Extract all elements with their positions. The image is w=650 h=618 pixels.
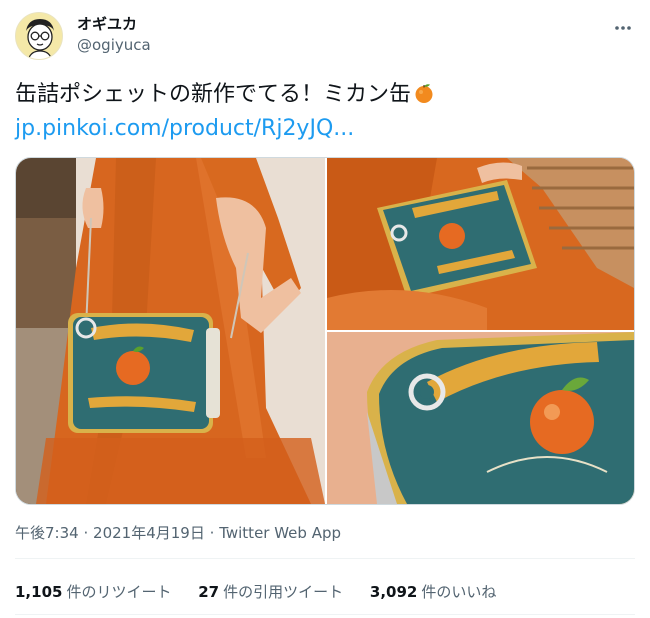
tweet-stats: 1,105 件のリツイート 27 件の引用ツイート 3,092 件のいいね [15,582,518,602]
photo-embroidery-closeup[interactable] [327,332,634,504]
tweet-source[interactable]: Twitter Web App [219,524,341,542]
avatar[interactable] [15,12,63,60]
retweets-count: 1,105 [15,583,63,601]
separator: · [209,524,215,542]
quotes-stat[interactable]: 27 件の引用ツイート [198,582,343,602]
tweet-body: 缶詰ポシェットの新作でてる！ミカン缶 [15,82,412,107]
more-options-icon[interactable] [613,18,633,38]
tangerine-emoji-icon [413,82,435,104]
quotes-count: 27 [198,583,220,601]
face-illustration-icon [16,13,62,59]
divider [15,558,635,559]
display-name[interactable]: オギユカ [77,14,151,34]
photo-bag-on-lap[interactable] [327,158,634,330]
user-handle[interactable]: @ogiyuca [77,34,151,56]
tweet-text: 缶詰ポシェットの新作でてる！ミカン缶 [15,80,635,110]
likes-count: 3,092 [369,583,418,601]
tweet-meta: 午後7:34 · 2021年4月19日 · Twitter Web App [15,523,341,543]
photo-bag-worn[interactable] [16,158,325,504]
author-names: オギユカ @ogiyuca [77,14,151,56]
quotes-label: 件の引用ツイート [223,583,344,601]
product-link[interactable]: jp.pinkoi.com/product/Rj2yJQ... [15,114,354,144]
likes-stat[interactable]: 3,092 件のいいね [370,582,496,602]
retweets-stat[interactable]: 1,105 件のリツイート [15,582,171,602]
divider [15,614,635,615]
likes-label: 件のいいね [421,583,497,601]
tweet-time[interactable]: 午後7:34 [15,524,79,542]
tweet-header: オギユカ @ogiyuca [15,12,635,62]
separator: · [83,524,89,542]
retweets-label: 件のリツイート [66,583,172,601]
tweet-date[interactable]: 2021年4月19日 [93,524,205,542]
media-grid [15,157,635,505]
